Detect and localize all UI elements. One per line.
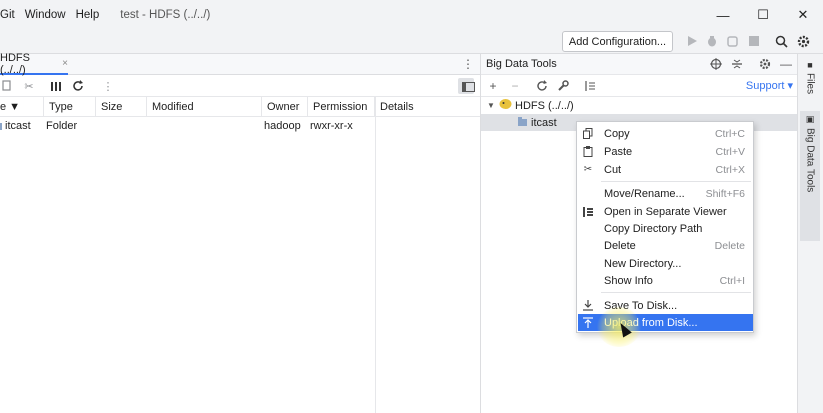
tree-node-hdfs-label: HDFS (../../) xyxy=(515,99,574,112)
row-type: Folder xyxy=(46,120,78,132)
main-toolbar: Add Configuration... xyxy=(0,30,823,54)
gear-icon[interactable] xyxy=(796,34,810,48)
files-tool-tab[interactable]: ■ Files xyxy=(800,60,820,94)
tab-hdfs-label: HDFS (../../) xyxy=(0,51,30,76)
menu-help[interactable]: Help xyxy=(71,9,105,21)
support-dropdown[interactable]: Support ▾ xyxy=(746,79,793,92)
menu-item-paste[interactable]: Paste Ctrl+V xyxy=(578,143,753,160)
tool-window-strip: ■ Files ▣ Big Data Tools xyxy=(797,54,823,413)
big-data-tools-title: Big Data Tools xyxy=(486,58,557,70)
upload-icon xyxy=(578,317,598,328)
target-icon[interactable] xyxy=(709,57,723,71)
big-data-tools-tab[interactable]: ▣ Big Data Tools xyxy=(800,111,820,241)
refresh-icon[interactable] xyxy=(535,79,549,93)
search-icon[interactable] xyxy=(774,34,788,48)
menu-window[interactable]: Window xyxy=(20,9,71,21)
menu-item-move-rename[interactable]: Move/Rename... Shift+F6 xyxy=(578,185,753,202)
maximize-button[interactable]: ☐ xyxy=(743,0,783,30)
menu-item-save-to-disk[interactable]: Save To Disk... xyxy=(578,297,753,314)
run-icon[interactable] xyxy=(685,34,699,48)
chevron-down-icon[interactable]: ▼ xyxy=(487,101,499,110)
layout-toggle-icon[interactable] xyxy=(458,78,475,94)
remove-icon[interactable]: − xyxy=(508,79,522,93)
minimize-button[interactable]: — xyxy=(703,0,743,30)
column-size[interactable]: Size xyxy=(96,97,147,117)
menu-git[interactable]: Git xyxy=(0,9,20,21)
close-icon[interactable]: × xyxy=(62,58,68,69)
collapse-all-icon[interactable] xyxy=(730,57,744,71)
columns-icon[interactable] xyxy=(49,79,63,93)
editor-tab-bar: HDFS (../../) × ⋮ xyxy=(0,51,480,76)
editor-toolbar: ✂ ⋮ xyxy=(0,75,480,97)
close-button[interactable]: ✕ xyxy=(783,0,823,30)
details-header: Details xyxy=(376,97,480,117)
row-owner: hadoop xyxy=(264,120,301,132)
wrench-icon[interactable] xyxy=(556,79,570,93)
hdfs-editor-panel: HDFS (../../) × ⋮ ✂ ⋮ e ▼ Type Size Modi… xyxy=(0,51,481,413)
row-permission: rwxr-xr-x xyxy=(310,120,353,132)
stop-icon[interactable] xyxy=(747,34,761,48)
add-icon[interactable]: + xyxy=(486,79,500,93)
window-title: test - HDFS (../../) xyxy=(120,9,211,21)
column-permission[interactable]: Permission xyxy=(308,97,375,117)
more-vertical-icon[interactable]: ⋮ xyxy=(462,57,474,71)
settings-gear-icon[interactable] xyxy=(758,57,772,71)
copy-icon[interactable] xyxy=(0,79,14,93)
context-menu: Copy Ctrl+C Paste Ctrl+V ✂ Cut Ctrl+X Mo… xyxy=(576,121,754,333)
menu-separator xyxy=(601,292,751,293)
folder-icon: ■ xyxy=(807,60,813,70)
menu-item-delete[interactable]: Delete Delete xyxy=(578,237,753,254)
files-tool-tab-label: Files xyxy=(804,73,816,95)
row-name: itcast xyxy=(5,120,31,132)
add-configuration-button[interactable]: Add Configuration... xyxy=(562,31,673,52)
column-owner[interactable]: Owner xyxy=(262,97,308,117)
folder-icon xyxy=(0,117,3,135)
sort-icon[interactable] xyxy=(583,79,597,93)
tree-node-itcast-label: itcast xyxy=(531,116,557,129)
coverage-icon[interactable] xyxy=(726,34,740,48)
database-icon: ▣ xyxy=(805,114,815,124)
title-bar: Git Window Help test - HDFS (../../) — ☐… xyxy=(0,0,823,30)
column-type[interactable]: Type xyxy=(44,97,96,117)
tab-hdfs[interactable]: HDFS (../../) × xyxy=(0,51,68,76)
big-data-tools-tab-label: Big Data Tools xyxy=(804,128,816,193)
tree-node-hdfs[interactable]: ▼ HDFS (../../) xyxy=(481,97,797,114)
menu-item-open-separate-viewer[interactable]: Open in Separate Viewer xyxy=(578,203,753,220)
column-modified[interactable]: Modified xyxy=(147,97,262,117)
download-icon xyxy=(578,300,598,311)
hdfs-icon xyxy=(499,98,515,113)
cut-icon[interactable]: ✂ xyxy=(22,79,36,93)
paste-icon xyxy=(578,146,598,157)
minimize-panel-icon[interactable]: — xyxy=(779,57,793,71)
menu-item-upload-from-disk[interactable]: Upload from Disk... xyxy=(578,314,753,331)
column-name[interactable]: e ▼ xyxy=(0,97,44,117)
debug-icon[interactable] xyxy=(705,34,719,48)
menu-item-new-directory[interactable]: New Directory... xyxy=(578,255,753,272)
menu-item-cut[interactable]: ✂ Cut Ctrl+X xyxy=(578,161,753,178)
big-data-tools-header: Big Data Tools — xyxy=(481,54,797,75)
menu-item-show-info[interactable]: Show Info Ctrl+I xyxy=(578,272,753,289)
details-pane: Details xyxy=(375,97,480,413)
window-controls: — ☐ ✕ xyxy=(703,0,823,30)
viewer-icon xyxy=(578,206,598,217)
copy-icon xyxy=(578,128,598,139)
folder-icon xyxy=(517,116,531,130)
menu-item-copy[interactable]: Copy Ctrl+C xyxy=(578,125,753,142)
cut-icon: ✂ xyxy=(583,164,593,175)
more-icon[interactable]: ⋮ xyxy=(101,79,115,93)
menu-separator xyxy=(601,181,751,182)
menu-item-copy-directory-path[interactable]: Copy Directory Path xyxy=(578,220,753,237)
refresh-icon[interactable] xyxy=(71,79,85,93)
big-data-tools-toolbar: + − Support ▾ xyxy=(481,75,797,97)
